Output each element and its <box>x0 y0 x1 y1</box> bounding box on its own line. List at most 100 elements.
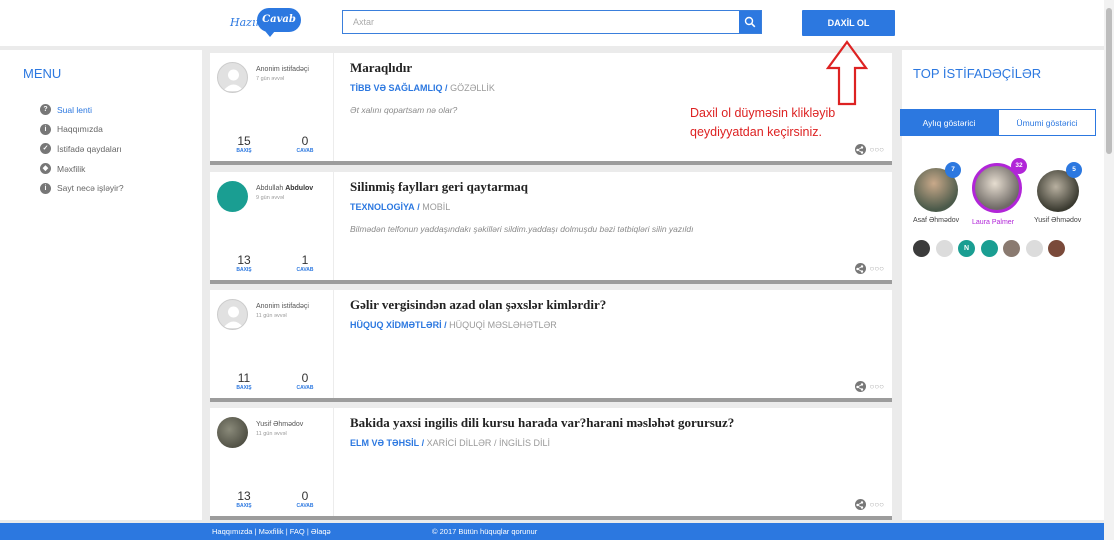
info-icon: i <box>40 182 51 194</box>
menu-item-label: Haqqımızda <box>57 124 103 135</box>
tab-total[interactable]: Ümumi göstərici <box>998 109 1096 136</box>
question-title[interactable]: Bakida yaxsi ingilis dili kursu harada v… <box>350 415 734 431</box>
avatar[interactable] <box>217 62 248 93</box>
menu-item-sual-lenti[interactable]: ? Sual lenti <box>40 100 124 120</box>
share-icon[interactable] <box>854 499 866 510</box>
top-users-title: TOP İSTİFADƏÇİLƏR <box>913 66 1042 81</box>
share-icon[interactable] <box>854 144 866 155</box>
question-actions: ○○○ <box>854 381 885 392</box>
question-body: Bilmədən telfonun yaddaşındakı şəkilləri… <box>350 224 694 234</box>
footer-link-about[interactable]: Haqqımızda <box>212 527 252 536</box>
subcategory-link[interactable]: MOBİL <box>422 202 450 212</box>
share-icon[interactable] <box>854 263 866 274</box>
subcategory-link[interactable]: İNGİLİS DİLİ <box>499 438 550 448</box>
question-title[interactable]: Silinmiş faylları geri qaytarmaq <box>350 179 528 195</box>
category-link[interactable]: ELM VƏ TƏHSİL <box>350 438 419 448</box>
rank-badge: 7 <box>945 162 961 178</box>
question-meta: Anonim istifadəçi 11 gün əvvəl 11 BAXIŞ 0… <box>210 290 334 398</box>
question-meta: Anonim istifadəçi 7 gün əvvəl 15 BAXIŞ 0C… <box>210 53 334 161</box>
annotation-line-1: Daxil ol düyməsin klikləyib <box>690 106 836 120</box>
share-icon[interactable] <box>854 381 866 392</box>
more-options-icon[interactable]: ○○○ <box>870 145 885 154</box>
avatar[interactable] <box>217 299 248 330</box>
answers-count: 0 CAVAB <box>296 134 314 155</box>
more-options-icon[interactable]: ○○○ <box>870 500 885 509</box>
avatar[interactable] <box>217 181 248 212</box>
author-name[interactable]: Anonim istifadəçi <box>256 66 309 73</box>
subcategory-link[interactable]: HÜQUQİ MƏSLƏHƏTLƏR <box>449 320 557 330</box>
author-name[interactable]: Yusif Əhmədov <box>256 421 303 428</box>
top-user-1[interactable]: 7 Asaf Əhmədov <box>912 160 972 230</box>
avatar[interactable] <box>1003 240 1020 257</box>
question-card[interactable]: Anonim istifadəçi 11 gün əvvəl 11 BAXIŞ 0… <box>210 290 892 402</box>
question-actions: ○○○ <box>854 263 885 274</box>
subcategory-link[interactable]: GÖZƏLLİK <box>450 83 495 93</box>
avatar[interactable] <box>980 240 998 257</box>
annotation-text: Daxil ol düyməsin klikləyib qeydiyyatdan… <box>690 104 835 142</box>
annotation-line-2: qeydiyyatdan keçirsiniz. <box>690 125 823 139</box>
menu-item-label: Sayt necə işləyir? <box>57 183 124 194</box>
menu-item-haqqimizda[interactable]: i Haqqımızda <box>40 120 124 140</box>
post-date: 9 gün əvvəl <box>256 195 285 201</box>
question-categories: ELM VƏ TƏHSİL / XARİCİ DİLLƏR / İNGİLİS … <box>350 438 550 448</box>
avatar[interactable] <box>913 240 930 257</box>
avatar[interactable]: N <box>958 240 975 257</box>
footer-link-privacy[interactable]: Məxfilik <box>259 527 284 536</box>
category-separator: / <box>445 83 448 93</box>
views-count: 13 BAXIŞ <box>236 489 252 510</box>
question-title[interactable]: Maraqlıdır <box>350 60 412 76</box>
subcategory-link[interactable]: XARİCİ DİLLƏR <box>427 438 492 448</box>
menu-item-sayt-nece-isleyir[interactable]: i Sayt necə işləyir? <box>40 178 124 198</box>
top-user-name: Yusif Əhmədov <box>1034 217 1082 224</box>
author-name[interactable]: Anonim istifadəçi <box>256 303 309 310</box>
question-title[interactable]: Gəlir vergisindən azad olan şəxslər kiml… <box>350 297 606 313</box>
category-separator: / <box>417 202 420 212</box>
question-meta: Abdullah Abdulov 9 gün əvvəl 13 BAXIŞ 1 CA… <box>210 172 334 280</box>
tab-monthly[interactable]: Aylıq göstərici <box>900 109 998 136</box>
menu-list: ? Sual lenti i Haqqımızda ✓ İstifadə qay… <box>40 100 124 198</box>
login-button[interactable]: DAXİL OL <box>802 10 895 36</box>
rank-badge: 32 <box>1011 158 1027 174</box>
info-icon: i <box>40 123 51 135</box>
answers-count: 0 CAVAB <box>296 371 314 392</box>
page-scrollbar[interactable] <box>1104 0 1114 540</box>
top-users-tabs: Aylıq göstərici Ümumi göstərici <box>900 109 1096 136</box>
menu-item-istifade-qaydalari[interactable]: ✓ İstifadə qaydaları <box>40 139 124 159</box>
more-options-icon[interactable]: ○○○ <box>870 382 885 391</box>
footer-link-faq[interactable]: FAQ <box>290 527 305 536</box>
search-input[interactable] <box>343 11 739 33</box>
site-logo[interactable]: Hazır Cavab <box>228 6 304 37</box>
question-categories: HÜQUQ XİDMƏTLƏRİ / HÜQUQİ MƏSLƏHƏTLƏR <box>350 320 557 330</box>
avatar[interactable] <box>935 240 953 257</box>
scrollbar-thumb[interactable] <box>1106 8 1112 154</box>
more-options-icon[interactable]: ○○○ <box>870 264 885 273</box>
question-card[interactable]: Abdullah Abdulov 9 gün əvvəl 13 BAXIŞ 1 CA… <box>210 172 892 284</box>
shield-icon: ◆ <box>40 163 51 175</box>
avatar[interactable] <box>1048 240 1065 257</box>
logo-text-cavab: Cavab <box>257 8 301 37</box>
category-link[interactable]: TİBB VƏ SAĞLAMLIQ <box>350 83 443 93</box>
category-separator: / <box>493 438 497 448</box>
top-user-name: Laura Palmer <box>972 219 1015 226</box>
answers-count: 1 CAVAB <box>296 253 314 274</box>
avatar[interactable] <box>1025 240 1043 257</box>
user-avatar-row: N <box>913 240 1065 257</box>
rank-badge: 5 <box>1066 162 1082 178</box>
top-user-2[interactable]: 32 Laura Palmer <box>970 158 1032 230</box>
category-link[interactable]: TEXNOLOGİYA <box>350 202 415 212</box>
category-link[interactable]: HÜQUQ XİDMƏTLƏRİ <box>350 320 442 330</box>
views-count: 11 BAXIŞ <box>236 371 252 392</box>
footer-link-contact[interactable]: Əlaqə <box>311 527 331 536</box>
default-user-icon <box>223 69 244 91</box>
views-count: 13 BAXIŞ <box>236 253 252 274</box>
avatar[interactable] <box>217 417 248 448</box>
question-card[interactable]: Yusif Əhmədov 11 gün əvvəl 13 BAXIŞ 0 CAVA… <box>210 408 892 520</box>
search-button[interactable] <box>739 11 761 33</box>
top-user-3[interactable]: 5 Yusif Əhmədov <box>1034 160 1100 230</box>
author-name[interactable]: Abdullah Abdulov <box>256 185 313 192</box>
question-actions: ○○○ <box>854 144 885 155</box>
search-icon <box>744 16 756 28</box>
post-date: 11 gün əvvəl <box>256 313 287 319</box>
menu-item-mexfilik[interactable]: ◆ Məxfilik <box>40 159 124 179</box>
header: Hazır Cavab DAXİL OL <box>0 0 1104 46</box>
